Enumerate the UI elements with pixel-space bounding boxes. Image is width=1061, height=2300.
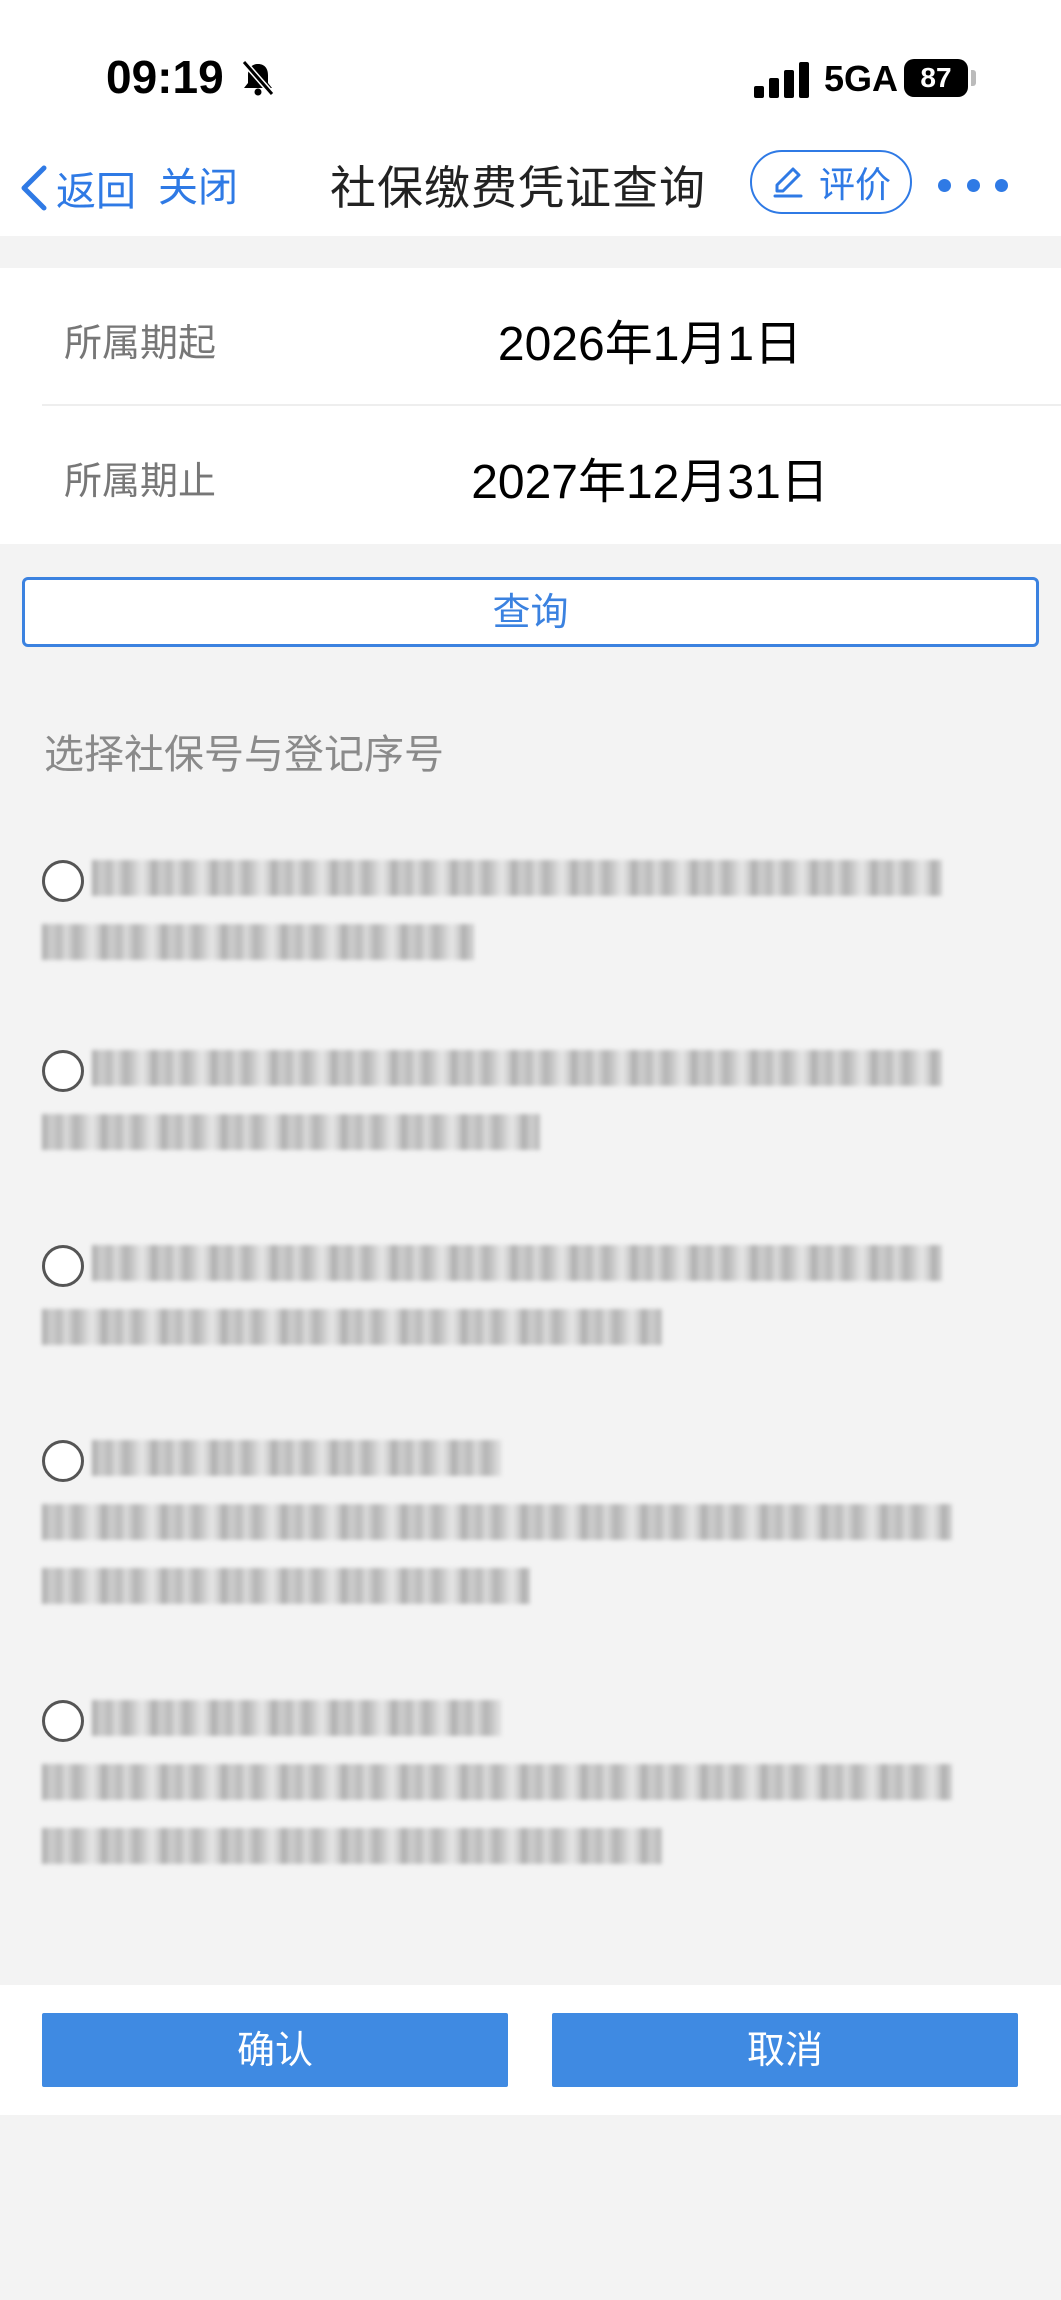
redacted-text <box>42 1245 962 1373</box>
close-button[interactable]: 关闭 <box>158 158 238 218</box>
bell-muted-icon <box>241 60 275 96</box>
cancel-button[interactable]: 取消 <box>552 2013 1018 2087</box>
edit-icon <box>773 167 803 198</box>
redacted-line <box>42 924 474 960</box>
end-date-picker[interactable]: 2027年12月31日 <box>390 442 910 512</box>
dot <box>995 178 1008 192</box>
end-date-row: 所属期止 2027年12月31日 <box>0 406 1061 544</box>
date-range-form: 所属期起 2026年1月1日 所属期止 2027年12月31日 <box>0 268 1061 544</box>
radio-button[interactable] <box>42 1245 84 1287</box>
action-bar: 确认 取消 <box>0 1985 1061 2115</box>
redacted-line <box>92 1440 502 1476</box>
status-bar: 09:19 5GA 87 <box>0 0 1061 150</box>
battery-level: 87 <box>920 62 952 93</box>
rate-button[interactable]: 评价 <box>750 150 912 214</box>
redacted-text <box>42 1050 962 1178</box>
redacted-line <box>42 1828 662 1864</box>
rate-label: 评价 <box>818 165 891 206</box>
redacted-line <box>42 1504 952 1540</box>
selection-title: 选择社保号与登记序号 <box>44 732 444 778</box>
back-label: 返回 <box>56 169 136 215</box>
redacted-line <box>92 1700 502 1736</box>
redacted-line <box>42 1568 530 1604</box>
redacted-line <box>92 860 942 896</box>
battery-cap <box>971 70 976 86</box>
redacted-line <box>92 1050 942 1086</box>
query-button[interactable]: 查询 <box>22 577 1039 647</box>
signal-bars-icon <box>754 62 809 98</box>
start-date-row: 所属期起 2026年1月1日 <box>0 268 1061 406</box>
radio-button[interactable] <box>42 860 84 902</box>
network-type: 5GA <box>824 58 899 99</box>
page-title: 社保缴费凭证查询 <box>330 161 706 215</box>
dot <box>966 178 980 192</box>
redacted-line <box>92 1245 942 1281</box>
confirm-button[interactable]: 确认 <box>42 2013 508 2087</box>
battery-icon: 87 <box>904 59 968 97</box>
redacted-text <box>42 1700 962 1892</box>
status-time: 09:19 <box>106 51 224 103</box>
redacted-line <box>42 1309 662 1345</box>
radio-button[interactable] <box>42 1700 84 1742</box>
redacted-text <box>42 860 962 988</box>
nav-bar: 返回 关闭 社保缴费凭证查询 评价 <box>0 150 1061 236</box>
redacted-text <box>42 1440 962 1632</box>
more-dots-icon[interactable] <box>938 160 1008 210</box>
radio-button[interactable] <box>42 1050 84 1092</box>
redacted-line <box>42 1114 540 1150</box>
back-button[interactable]: 返回 <box>18 158 136 218</box>
radio-button[interactable] <box>42 1440 84 1482</box>
redacted-line <box>42 1764 952 1800</box>
end-date-label: 所属期止 <box>64 459 217 503</box>
start-date-label: 所属期起 <box>64 321 217 365</box>
start-date-picker[interactable]: 2026年1月1日 <box>390 304 910 374</box>
chevron-left-icon <box>21 165 47 211</box>
dot <box>938 178 951 192</box>
